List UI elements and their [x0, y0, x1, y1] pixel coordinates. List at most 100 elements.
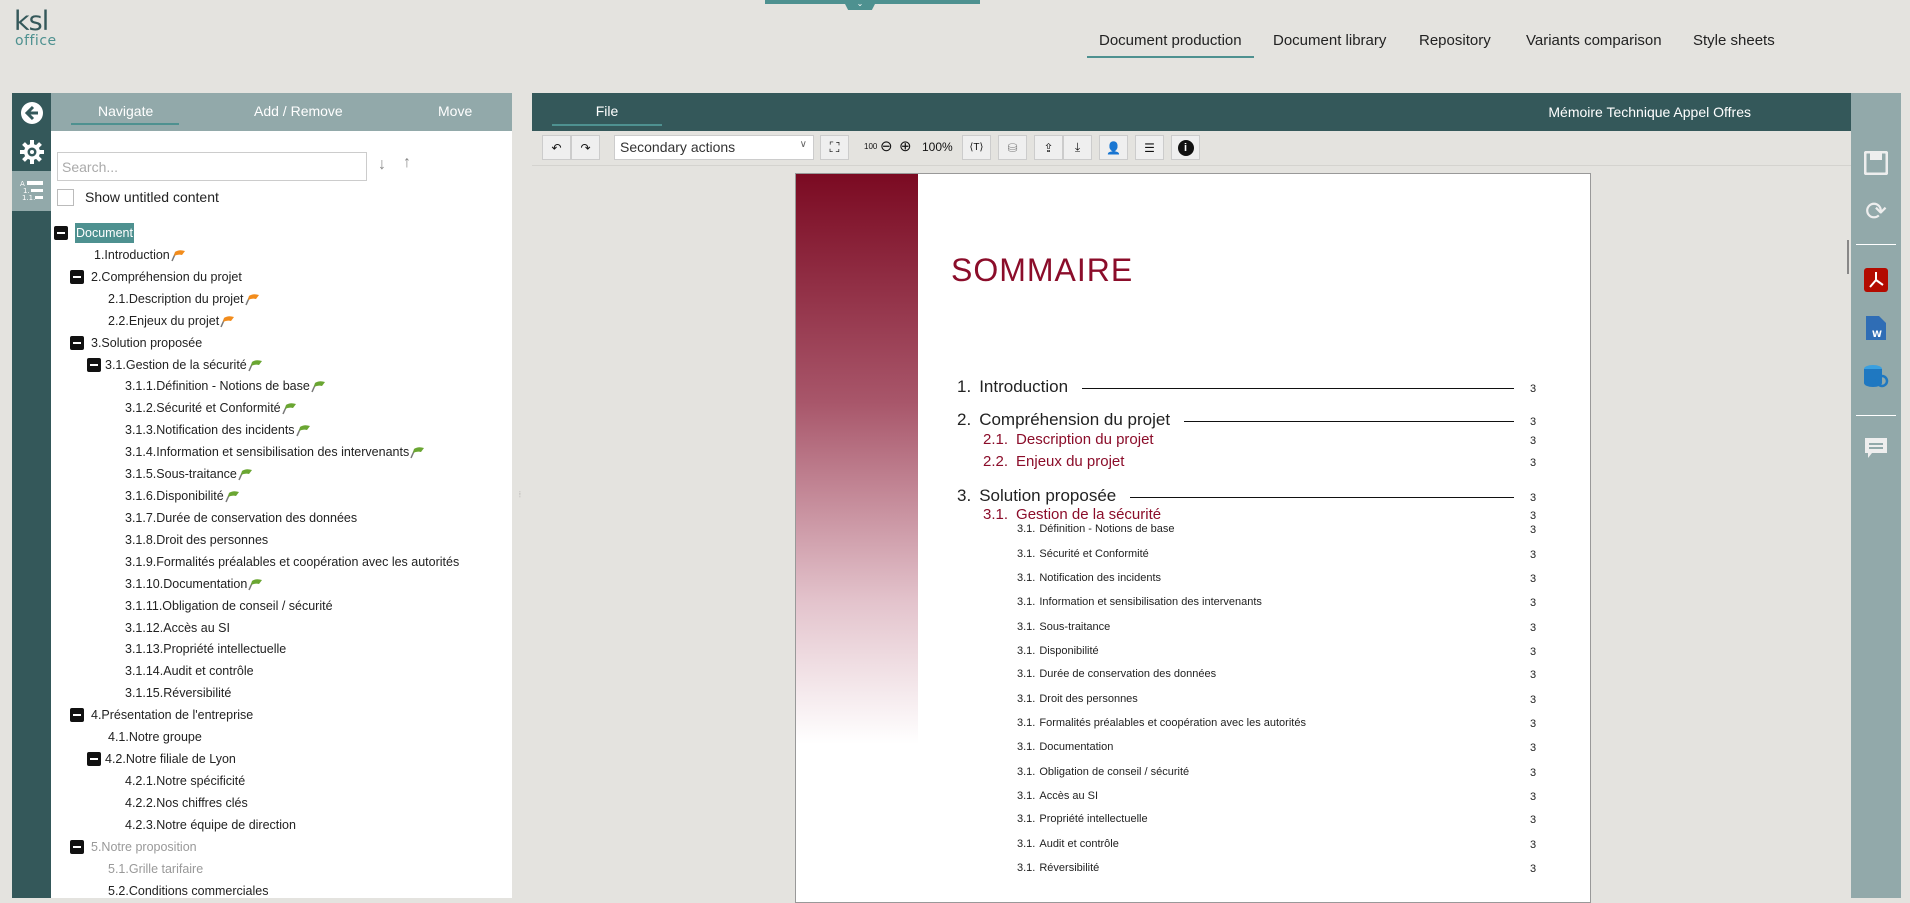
toc-entry[interactable]: 3.1. Durée de conservation des données: [1017, 668, 1216, 680]
toc-entry[interactable]: 2. Compréhension du projet: [957, 410, 1170, 430]
nav-tab-document-library[interactable]: Document library: [1273, 32, 1386, 49]
tree-item[interactable]: 3.1.11.Obligation de conseil / sécurité: [125, 596, 333, 616]
upload-icon[interactable]: ⇪: [1034, 135, 1063, 160]
tree-item[interactable]: 5.Notre proposition: [91, 837, 197, 857]
tree-item[interactable]: 3.1.8.Droit des personnes: [125, 530, 268, 550]
show-untitled-checkbox[interactable]: [57, 189, 74, 206]
word-export-icon[interactable]: W: [1861, 313, 1891, 343]
toc-entry[interactable]: 2.1. Description du projet: [983, 431, 1154, 448]
toc-entry[interactable]: 3. Solution proposée: [957, 486, 1116, 506]
toc-entry[interactable]: 3.1. Gestion de la sécurité: [983, 506, 1161, 523]
tree-item[interactable]: 2.Compréhension du projet: [91, 267, 242, 287]
toc-entry[interactable]: 3.1. Documentation: [1017, 741, 1113, 753]
tree-item[interactable]: 2.1.Description du projet: [108, 289, 260, 309]
collapse-toggle-icon[interactable]: [70, 269, 84, 284]
tree-item[interactable]: 4.1.Notre groupe: [108, 727, 202, 747]
collapse-toggle-icon[interactable]: [70, 839, 84, 854]
panel-splitter-handle[interactable]: ⦙: [519, 490, 523, 500]
toc-entry[interactable]: 3.1. Obligation de conseil / sécurité: [1017, 766, 1189, 778]
zoom-in-icon[interactable]: ⊕: [899, 137, 912, 155]
tab-file[interactable]: File: [552, 103, 662, 126]
save-icon[interactable]: [1861, 148, 1891, 178]
toc-entry[interactable]: 3.1. Propriété intellectuelle: [1017, 813, 1148, 825]
search-previous-up-arrow-icon[interactable]: ↑: [403, 154, 411, 172]
toc-leader-line: [1082, 388, 1514, 389]
nav-tab-variants-comparison[interactable]: Variants comparison: [1526, 32, 1662, 49]
toc-entry[interactable]: 3.1. Notification des incidents: [1017, 572, 1161, 584]
download-icon[interactable]: ⤓: [1063, 135, 1092, 160]
toc-entry[interactable]: 3.1. Sécurité et Conformité: [1017, 548, 1149, 560]
tree-item[interactable]: 3.1.Gestion de la sécurité: [105, 355, 263, 375]
tree-item[interactable]: 4.2.2.Nos chiffres clés: [125, 793, 248, 813]
outline-numbering-icon[interactable]: A 1. 1.1.: [12, 171, 51, 211]
toc-entry[interactable]: 3.1. Disponibilité: [1017, 645, 1099, 657]
collapse-toggle-icon[interactable]: [70, 708, 84, 723]
tree-item[interactable]: 3.1.14.Audit et contrôle: [125, 661, 254, 681]
gear-icon[interactable]: [12, 132, 51, 171]
user-ext-icon[interactable]: 👤: [1099, 135, 1128, 160]
tree-item[interactable]: 3.1.5.Sous-traitance: [125, 464, 253, 484]
toc-entry[interactable]: 3.1. Audit et contrôle: [1017, 838, 1119, 850]
binoculars-find-icon[interactable]: ⛶: [820, 135, 849, 160]
tree-item[interactable]: 4.Présentation de l'entreprise: [91, 705, 253, 725]
tree-item[interactable]: 3.1.3.Notification des incidents: [125, 420, 311, 440]
toc-entry[interactable]: 3.1. Accès au SI: [1017, 790, 1098, 802]
database-sync-icon[interactable]: [1861, 361, 1891, 391]
drawer-toggle-chevron-icon[interactable]: ⌄: [843, 0, 877, 10]
tree-item[interactable]: 3.1.7.Durée de conservation des données: [125, 508, 357, 528]
tree-item[interactable]: 3.1.13.Propriété intellectuelle: [125, 639, 286, 659]
tree-item[interactable]: 3.1.6.Disponibilité: [125, 486, 240, 506]
tree-item[interactable]: 1.Introduction: [94, 245, 186, 265]
tab-navigate[interactable]: Navigate: [98, 103, 153, 119]
refresh-icon[interactable]: ⟳: [1861, 196, 1891, 226]
tree-item[interactable]: 3.1.12.Accès au SI: [125, 618, 230, 638]
toc-entry[interactable]: 3.1. Sous-traitance: [1017, 621, 1110, 633]
tree-item[interactable]: 2.2.Enjeux du projet: [108, 311, 235, 331]
collapse-toggle-icon[interactable]: [54, 226, 68, 240]
toc-entry[interactable]: 2.2. Enjeux du projet: [983, 453, 1124, 470]
field-code-icon[interactable]: ⟨T⟩: [962, 135, 991, 160]
tree-item[interactable]: 4.2.1.Notre spécificité: [125, 771, 245, 791]
redo-icon[interactable]: ↷: [571, 135, 600, 160]
toc-entry[interactable]: 3.1. Réversibilité: [1017, 862, 1099, 874]
zoom-100-button[interactable]: 100: [864, 142, 877, 151]
database-refresh-icon[interactable]: ⛁: [998, 135, 1027, 160]
tree-item[interactable]: 3.1.2.Sécurité et Conformité: [125, 398, 297, 418]
toc-entry[interactable]: 3.1. Définition - Notions de base: [1017, 523, 1175, 535]
toc-entry[interactable]: 3.1. Formalités préalables et coopération…: [1017, 717, 1306, 729]
nav-tab-repository[interactable]: Repository: [1419, 32, 1491, 49]
tree-item[interactable]: 3.1.15.Réversibilité: [125, 683, 231, 703]
collapse-toggle-icon[interactable]: [87, 357, 101, 372]
search-input[interactable]: [57, 152, 367, 181]
secondary-actions-select[interactable]: Secondary actions ∨: [614, 135, 814, 160]
tree-item[interactable]: 3.1.10.Documentation: [125, 574, 263, 594]
tab-add-remove[interactable]: Add / Remove: [254, 103, 343, 119]
nav-tab-style-sheets[interactable]: Style sheets: [1693, 32, 1775, 49]
document-page[interactable]: SOMMAIRE 1. Introduction 3 2. Compréhension …: [795, 173, 1591, 903]
toc-entry[interactable]: 1. Introduction: [957, 377, 1068, 397]
document-editor: File Mémoire Technique Appel Offres ↶ ↷ …: [532, 93, 1851, 903]
zoom-out-icon[interactable]: ⊖: [880, 137, 893, 155]
back-arrow-icon[interactable]: [12, 93, 51, 132]
toc-entry[interactable]: 3.1. Information et sensibilisation des i…: [1017, 596, 1262, 608]
tree-item[interactable]: 4.2.Notre filiale de Lyon: [105, 749, 236, 769]
tree-item[interactable]: 3.Solution proposée: [91, 333, 202, 353]
list-ext-icon[interactable]: ☰: [1135, 135, 1164, 160]
tab-move[interactable]: Move: [438, 103, 472, 119]
collapse-toggle-icon[interactable]: [87, 752, 101, 767]
pdf-export-icon[interactable]: [1861, 265, 1891, 295]
tree-item[interactable]: 3.1.4.Information et sensibilisation des…: [125, 442, 425, 462]
undo-icon[interactable]: ↶: [542, 135, 571, 160]
page-scrollbar[interactable]: [1847, 240, 1849, 274]
tree-item[interactable]: 3.1.9.Formalités préalables et coopérati…: [125, 552, 459, 572]
tree-item[interactable]: 5.1.Grille tarifaire: [108, 859, 203, 879]
search-next-down-arrow-icon[interactable]: ↓: [378, 156, 386, 174]
comment-icon[interactable]: [1861, 433, 1891, 463]
info-icon[interactable]: i: [1171, 135, 1200, 160]
tree-item[interactable]: Document: [75, 223, 134, 243]
collapse-toggle-icon[interactable]: [70, 335, 84, 350]
tree-item[interactable]: 3.1.1.Définition - Notions de base: [125, 376, 326, 396]
toc-entry[interactable]: 3.1. Droit des personnes: [1017, 693, 1138, 705]
tree-item[interactable]: 4.2.3.Notre équipe de direction: [125, 815, 296, 835]
nav-tab-document-production[interactable]: Document production: [1087, 32, 1254, 58]
